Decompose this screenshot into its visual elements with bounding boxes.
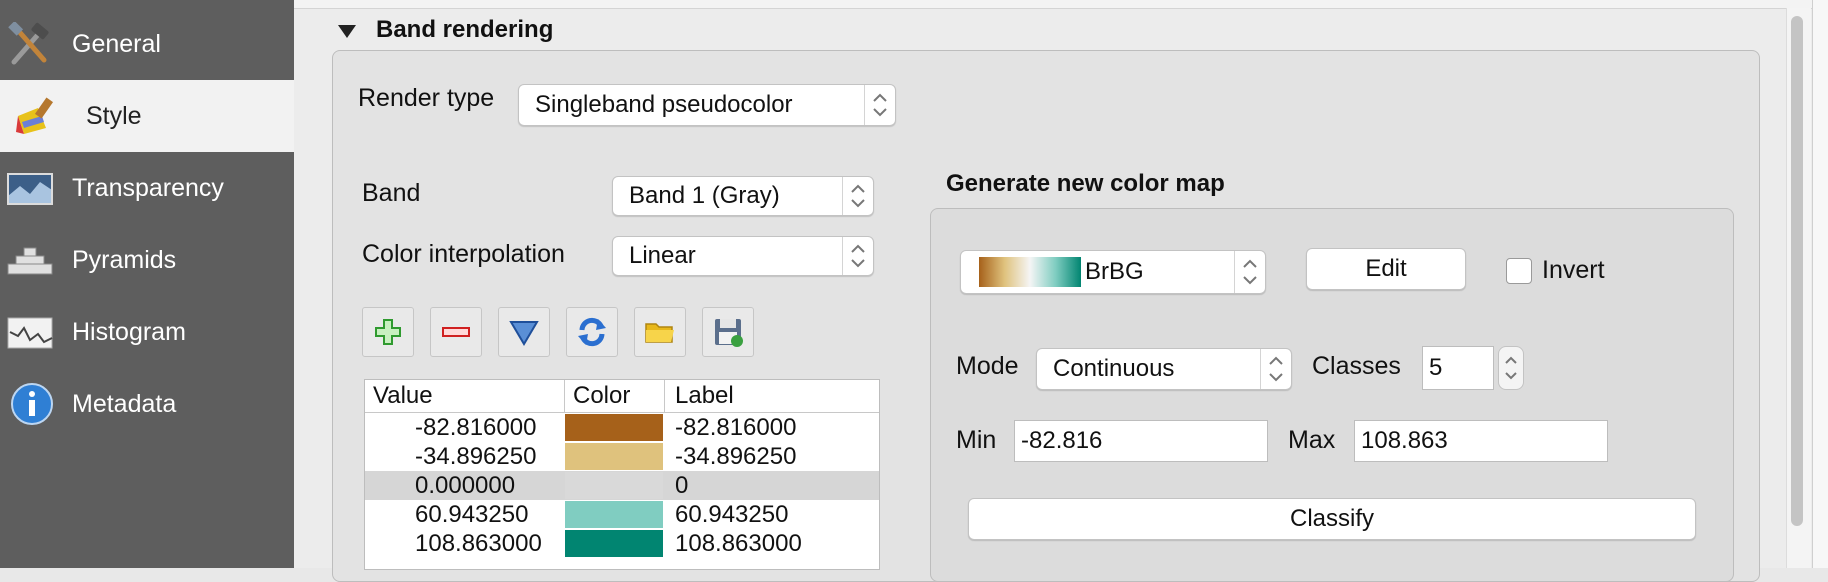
remove-icon — [442, 327, 470, 337]
max-input[interactable]: 108.863 — [1354, 420, 1608, 462]
cell-label[interactable]: 108.863000 — [675, 530, 802, 558]
load-file-button[interactable] — [634, 307, 686, 357]
histogram-icon — [7, 317, 53, 349]
cell-value[interactable]: 108.863000 — [415, 530, 542, 558]
info-icon — [11, 383, 53, 425]
mode-select[interactable]: Continuous — [1036, 348, 1292, 390]
classes-label: Classes — [1312, 352, 1401, 380]
sidebar-item-label: Metadata — [72, 390, 177, 418]
classes-stepper[interactable] — [1498, 346, 1524, 390]
classify-button[interactable]: Classify — [968, 498, 1696, 540]
cell-label[interactable]: 0 — [675, 472, 688, 500]
add-icon — [375, 319, 401, 345]
sidebar-item-style[interactable]: Style — [0, 80, 294, 152]
invert-label[interactable]: Invert — [1542, 256, 1605, 285]
updown-arrows-icon — [842, 237, 873, 275]
color-ramp-name: BrBG — [1085, 258, 1144, 285]
cell-label[interactable]: -82.816000 — [675, 414, 796, 442]
edit-ramp-button[interactable]: Edit — [1306, 248, 1466, 290]
sidebar-item-label: Pyramids — [72, 246, 177, 274]
cell-color-swatch[interactable] — [565, 530, 663, 557]
refresh-icon — [578, 317, 606, 347]
add-entry-button[interactable] — [362, 307, 414, 357]
scrollbar-thumb[interactable] — [1791, 16, 1803, 526]
band-value: Band 1 (Gray) — [629, 182, 780, 209]
color-map-table[interactable]: Value Color Label -82.816000 -82.816000 -3… — [364, 379, 880, 570]
sidebar-item-label: Histogram — [72, 318, 186, 346]
table-row[interactable]: -34.896250 -34.896250 — [365, 442, 879, 471]
sidebar-item-pyramids[interactable]: Pyramids — [0, 224, 294, 296]
sidebar-item-transparency[interactable]: Transparency — [0, 152, 294, 224]
tools-icon — [8, 22, 49, 65]
updown-arrows-icon — [864, 85, 895, 125]
collapse-toggle-icon[interactable] — [336, 22, 358, 45]
updown-arrows-icon — [1260, 349, 1291, 389]
render-type-label: Render type — [358, 84, 495, 112]
color-ramp-select[interactable]: BrBG — [960, 250, 1266, 294]
sidebar-item-label: Style — [86, 102, 142, 130]
color-interpolation-label: Color interpolation — [362, 240, 565, 268]
transparency-icon — [7, 173, 53, 205]
color-ramp-preview — [979, 257, 1081, 287]
cell-value[interactable]: -34.896250 — [415, 443, 536, 471]
band-label: Band — [362, 179, 421, 207]
min-input[interactable]: -82.816 — [1014, 420, 1268, 462]
table-row[interactable]: 108.863000 108.863000 — [365, 529, 879, 558]
mode-label: Mode — [956, 352, 1019, 380]
sidebar-item-general[interactable]: General — [0, 8, 294, 80]
cell-value[interactable]: 60.943250 — [415, 501, 528, 529]
classes-spinbox[interactable]: 5 — [1422, 346, 1494, 390]
color-interpolation-value: Linear — [629, 242, 696, 269]
table-row[interactable]: 0.000000 0 — [365, 471, 879, 500]
cell-color-swatch[interactable] — [565, 443, 663, 470]
cell-value[interactable]: -82.816000 — [415, 414, 536, 442]
sidebar: General Style Transparency Pyramids Hist… — [0, 0, 294, 568]
invert-checkbox[interactable] — [1506, 258, 1532, 284]
sort-entries-button[interactable] — [498, 307, 550, 357]
pyramids-icon — [7, 247, 53, 275]
sidebar-item-label: Transparency — [72, 174, 224, 202]
table-row[interactable]: 60.943250 60.943250 — [365, 500, 879, 529]
folder-icon — [645, 323, 674, 343]
column-header-color[interactable]: Color — [573, 382, 630, 410]
color-interpolation-select[interactable]: Linear — [612, 236, 874, 276]
load-from-band-button[interactable] — [566, 307, 618, 357]
cell-value[interactable]: 0.000000 — [415, 472, 515, 500]
cell-label[interactable]: 60.943250 — [675, 501, 788, 529]
cell-color-swatch[interactable] — [565, 472, 663, 499]
column-header-label[interactable]: Label — [675, 382, 734, 410]
right-edge-panel — [1812, 0, 1828, 568]
min-value: -82.816 — [1021, 427, 1103, 454]
export-file-button[interactable] — [702, 307, 754, 357]
paintbrush-icon — [16, 97, 54, 134]
updown-arrows-icon — [1234, 251, 1265, 293]
column-header-value[interactable]: Value — [373, 382, 433, 410]
color-map-title: Generate new color map — [946, 170, 1225, 197]
render-type-select[interactable]: Singleband pseudocolor — [518, 84, 896, 126]
sidebar-item-label: General — [72, 30, 161, 58]
band-select[interactable]: Band 1 (Gray) — [612, 176, 874, 216]
mode-value: Continuous — [1053, 355, 1175, 382]
min-label: Min — [956, 426, 997, 454]
cell-color-swatch[interactable] — [565, 501, 663, 528]
max-label: Max — [1288, 426, 1336, 454]
arrow-down-icon — [509, 321, 539, 346]
sidebar-item-histogram[interactable]: Histogram — [0, 296, 294, 368]
cell-label[interactable]: -34.896250 — [675, 443, 796, 471]
remove-entry-button[interactable] — [430, 307, 482, 357]
save-icon — [715, 319, 743, 347]
table-row[interactable]: -82.816000 -82.816000 — [365, 413, 879, 442]
updown-arrows-icon — [842, 177, 873, 215]
max-value: 108.863 — [1361, 427, 1448, 454]
sidebar-item-metadata[interactable]: Metadata — [0, 368, 294, 440]
render-type-value: Singleband pseudocolor — [535, 91, 793, 118]
section-title[interactable]: Band rendering — [376, 16, 553, 44]
title-strip — [294, 0, 1828, 9]
cell-color-swatch[interactable] — [565, 414, 663, 441]
classes-value: 5 — [1429, 354, 1443, 381]
